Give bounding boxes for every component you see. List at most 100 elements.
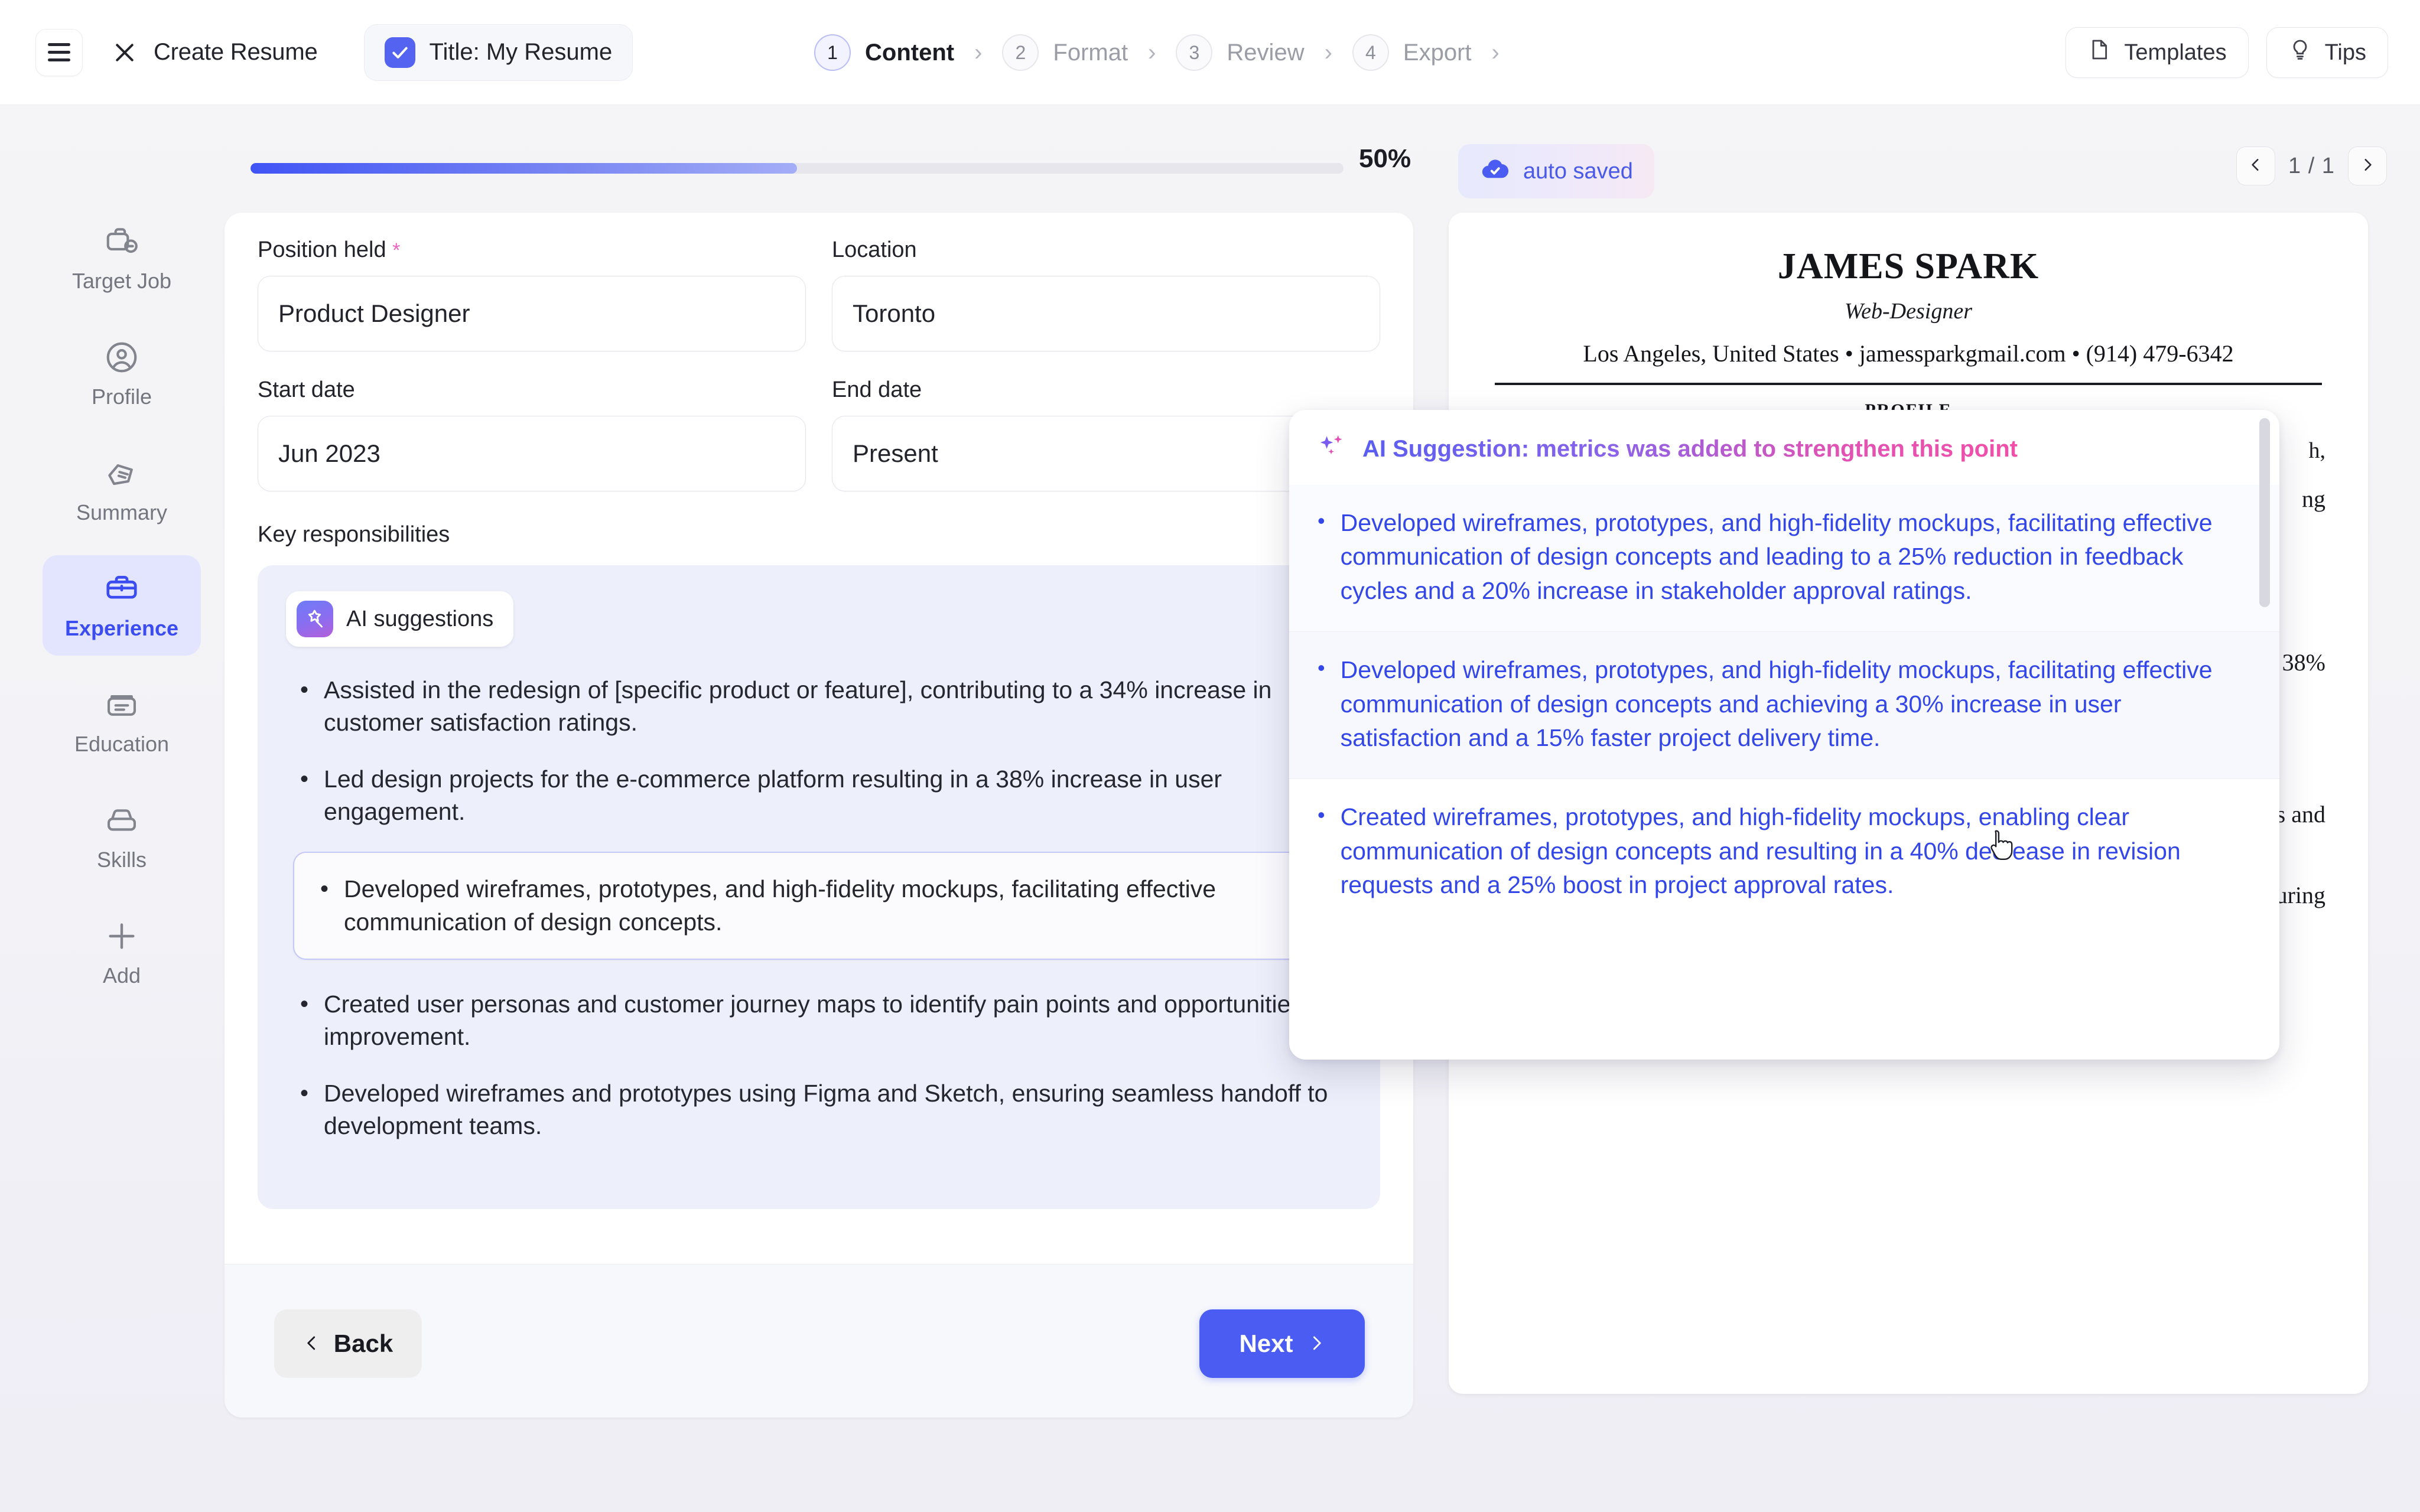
chevron-right-icon xyxy=(2360,157,2375,175)
responsibility-bullet[interactable]: • Assisted in the redesign of [specific … xyxy=(286,674,1352,739)
position-held-field-group: Position held * Product Designer xyxy=(258,237,806,351)
plus-icon xyxy=(103,917,140,955)
sidebar-item-education[interactable]: Education xyxy=(43,671,201,771)
tips-label: Tips xyxy=(2324,40,2366,65)
step-label: Format xyxy=(1053,39,1128,66)
step-number: 4 xyxy=(1352,34,1389,71)
briefcase-link-icon xyxy=(103,223,140,260)
bullet-marker: • xyxy=(1318,803,1325,827)
start-date-input[interactable]: Jun 2023 xyxy=(258,416,806,491)
sidebar-item-summary[interactable]: Summary xyxy=(43,439,201,540)
autosave-status-badge: auto saved xyxy=(1458,144,1654,198)
position-held-input[interactable]: Product Designer xyxy=(258,276,806,351)
lightbulb-icon xyxy=(2288,38,2312,67)
chevron-left-icon xyxy=(303,1329,321,1358)
next-button[interactable]: Next xyxy=(1199,1309,1365,1378)
start-date-field-group: Start date Jun 2023 xyxy=(258,377,806,491)
resume-role: Web-Designer xyxy=(1845,299,1972,324)
back-label: Back xyxy=(333,1329,393,1357)
experience-form-card: Position held * Product Designer Locatio… xyxy=(225,213,1413,1264)
responsibility-bullet[interactable]: • Led design projects for the e-commerce… xyxy=(286,763,1352,829)
templates-label: Templates xyxy=(2124,40,2227,65)
page-indicator: 1 / 1 xyxy=(2288,153,2335,178)
sidebar-item-label: Summary xyxy=(76,500,168,524)
sidebar-item-label: Add xyxy=(102,963,141,988)
ai-suggestion-text: Developed wireframes, prototypes, and hi… xyxy=(1340,509,2213,604)
sidebar-item-label: Profile xyxy=(91,384,152,409)
ai-suggestion-heading: AI Suggestion: metrics was added to stre… xyxy=(1362,436,2018,462)
responsibility-bullet-list: • Assisted in the redesign of [specific … xyxy=(286,674,1352,1142)
preview-pager: 1 / 1 xyxy=(2236,146,2387,185)
ai-suggestion-popup[interactable]: AI Suggestion: metrics was added to stre… xyxy=(1289,410,2279,1060)
sidebar-item-skills[interactable]: Skills xyxy=(43,787,201,887)
ai-suggestion-item-hovered[interactable]: • Developed wireframes, prototypes, and … xyxy=(1289,631,2279,779)
key-responsibilities-editor[interactable]: AI suggestions • Assisted in the redesig… xyxy=(258,565,1380,1209)
ai-suggestion-list: • Developed wireframes, prototypes, and … xyxy=(1289,485,2279,926)
step-nav: 1 Content › 2 Format › 3 Review › 4 Expo… xyxy=(814,0,1520,105)
step-export[interactable]: 4 Export xyxy=(1352,34,1472,71)
responsibility-text: Developed wireframes, prototypes, and hi… xyxy=(344,875,1216,936)
next-label: Next xyxy=(1239,1329,1293,1357)
sidebar-item-label: Skills xyxy=(96,848,147,872)
ai-suggestion-item[interactable]: • Developed wireframes, prototypes, and … xyxy=(1289,485,2279,632)
close-icon[interactable] xyxy=(111,39,138,66)
form-footer: Back Next xyxy=(225,1264,1413,1418)
responsibility-text: Created user personas and customer journ… xyxy=(324,990,1338,1051)
location-label: Location xyxy=(832,237,917,262)
resume-divider xyxy=(1495,383,2322,385)
tips-button[interactable]: Tips xyxy=(2266,27,2388,78)
ai-suggestion-item[interactable]: • Created wireframes, prototypes, and hi… xyxy=(1289,778,2279,926)
bullet-marker: • xyxy=(320,876,329,902)
required-asterisk: * xyxy=(392,239,401,262)
magic-wand-star-icon xyxy=(297,601,333,637)
step-format[interactable]: 2 Format xyxy=(1002,34,1128,71)
step-content[interactable]: 1 Content xyxy=(814,34,954,71)
prev-page-button[interactable] xyxy=(2236,146,2276,185)
responsibility-text: Developed wireframes and prototypes usin… xyxy=(324,1079,1328,1140)
responsibility-text: Assisted in the redesign of [specific pr… xyxy=(324,676,1272,737)
step-label: Review xyxy=(1227,39,1305,66)
sidebar-item-profile[interactable]: Profile xyxy=(43,324,201,424)
responsibility-bullet[interactable]: • Developed wireframes and prototypes us… xyxy=(286,1077,1352,1143)
chevron-right-icon: › xyxy=(1324,40,1332,66)
step-number: 1 xyxy=(814,34,851,71)
back-button[interactable]: Back xyxy=(274,1309,422,1378)
bullet-marker: • xyxy=(300,1080,309,1106)
sidebar-item-experience[interactable]: Experience xyxy=(43,555,201,656)
location-field-group: Location Toronto xyxy=(832,237,1380,351)
hamburger-icon xyxy=(48,58,70,61)
document-icon xyxy=(2087,38,2111,67)
hamburger-menu-button[interactable] xyxy=(35,28,83,76)
bullet-marker: • xyxy=(1318,656,1325,680)
sidebar-nav: Target Job Profile Summary Experience Ed… xyxy=(43,208,201,1018)
ai-suggestion-scrollbar[interactable] xyxy=(2259,418,2270,607)
sparkles-icon xyxy=(1315,431,1348,467)
resume-contact: Los Angeles, United States • jamessparkg… xyxy=(1583,340,2234,367)
sidebar-item-label: Experience xyxy=(64,616,179,640)
ai-suggestions-button[interactable]: AI suggestions xyxy=(286,591,514,647)
cloud-check-icon xyxy=(1479,153,1510,190)
archive-box-icon xyxy=(103,686,140,724)
step-review[interactable]: 3 Review xyxy=(1176,34,1305,71)
bullet-marker: • xyxy=(1318,509,1325,533)
note-pages-icon xyxy=(103,454,140,492)
bullet-marker: • xyxy=(300,765,309,792)
ai-suggestions-label: AI suggestions xyxy=(346,606,494,631)
resume-name: JAMES SPARK xyxy=(1777,246,2040,286)
check-icon xyxy=(384,37,415,68)
responsibility-bullet[interactable]: • Created user personas and customer jou… xyxy=(286,988,1352,1054)
progress-bar-fill xyxy=(251,163,797,174)
templates-button[interactable]: Templates xyxy=(2066,27,2249,78)
sidebar-item-target-job[interactable]: Target Job xyxy=(43,208,201,308)
hamburger-icon xyxy=(48,51,70,54)
next-page-button[interactable] xyxy=(2348,146,2387,185)
ai-suggestion-header: AI Suggestion: metrics was added to stre… xyxy=(1289,410,2279,485)
responsibility-text: Led design projects for the e-commerce p… xyxy=(324,765,1222,826)
step-number: 3 xyxy=(1176,34,1213,71)
responsibility-bullet-selected[interactable]: • Developed wireframes, prototypes, and … xyxy=(293,852,1352,960)
location-input[interactable]: Toronto xyxy=(832,276,1380,351)
sidebar-item-add[interactable]: Add xyxy=(43,902,201,1003)
step-number: 2 xyxy=(1002,34,1039,71)
resume-title-chip[interactable]: Title: My Resume xyxy=(363,24,633,81)
top-bar: Create Resume Title: My Resume 1 Content… xyxy=(0,0,2420,105)
